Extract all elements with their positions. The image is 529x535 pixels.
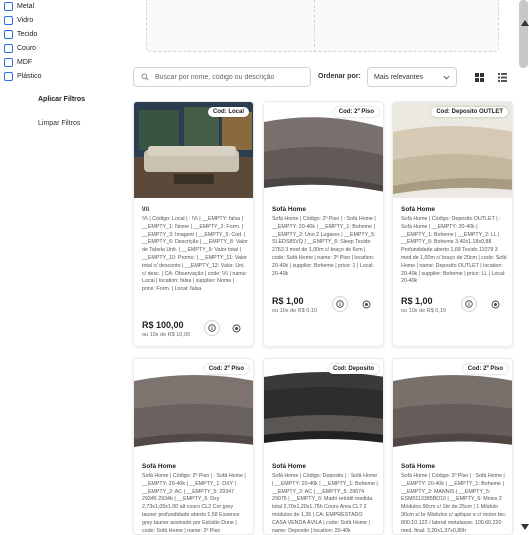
product-price: R$ 100,00: [142, 320, 184, 330]
info-icon: [465, 300, 473, 308]
checkbox[interactable]: [4, 29, 13, 39]
checkbox[interactable]: [4, 71, 13, 81]
product-description: Sofá Home | Código: Deposito OUTLET | : …: [401, 216, 507, 285]
product-card[interactable]: Cod: 2º Piso Sofá Home Sofá Home | Códig…: [392, 358, 513, 535]
product-description: Sofá Home | Código: Deposito | : Sofá Ho…: [272, 473, 378, 534]
info-button[interactable]: [204, 320, 220, 336]
eye-icon: [491, 300, 499, 308]
product-title: Sofá Home: [401, 463, 435, 470]
product-image[interactable]: Cod: 2º Piso: [134, 359, 253, 455]
product-image[interactable]: Cod: 2º Piso: [393, 359, 512, 455]
filter-label: Vidro: [17, 16, 34, 24]
location-badge: Cod: Deposito: [328, 364, 379, 374]
product-card[interactable]: Cod: 2º Piso Sofá Home Sofá Home | Códig…: [133, 358, 254, 535]
sort-label: Ordenar por:: [318, 73, 361, 80]
scroll-up-arrow[interactable]: [521, 20, 529, 26]
product-image[interactable]: Cod: Deposito: [264, 359, 383, 455]
checkbox[interactable]: [4, 43, 13, 53]
filter-label: Tecido: [17, 30, 38, 38]
apply-filters-button[interactable]: Aplicar Filtros: [38, 96, 85, 103]
grid-icon: [474, 72, 484, 82]
product-image[interactable]: Cod: Local: [134, 102, 253, 198]
product-description: Sofá Home | Código: 2º Piso | : Sofá Hom…: [272, 216, 376, 277]
location-badge: Cod: 2º Piso: [333, 107, 379, 117]
chevron-down-icon: [443, 75, 450, 79]
filter-label: Couro: [17, 44, 37, 52]
location-badge: Cod: 2º Piso: [462, 364, 508, 374]
location-badge: Cod: Local: [208, 107, 249, 117]
product-installments: ou 10x de R$ 0,10: [272, 308, 317, 314]
product-card[interactable]: Cod: 2º Piso Sofá Home Sofá Home | Códig…: [263, 101, 384, 347]
product-card[interactable]: Cod: Local \\\\ \\\\ | Código: Local | :…: [133, 101, 254, 347]
scrollbar-thumb[interactable]: [519, 0, 528, 68]
product-title: Sofá Home: [142, 463, 176, 470]
search-input[interactable]: [155, 73, 305, 81]
product-card[interactable]: Cod: Deposito Sofá Home Sofá Home | Códi…: [263, 358, 384, 535]
info-icon: [208, 324, 216, 332]
product-title: \\\\: [142, 206, 150, 213]
product-image[interactable]: Cod: 2º Piso: [264, 102, 383, 198]
search-icon: [141, 73, 149, 81]
product-installments: ou 10x de R$ 10,00: [142, 332, 191, 338]
checkbox[interactable]: [4, 57, 13, 67]
product-card[interactable]: Cod: Deposito OUTLET Sofá Home Sofá Home…: [392, 101, 513, 347]
filters-sidebar: Metal Vidro Tecido Couro MDF Plástico Ap…: [0, 0, 126, 535]
view-button[interactable]: [489, 298, 501, 310]
filter-option-tecido[interactable]: Tecido: [4, 28, 37, 40]
location-badge: Cod: Deposito OUTLET: [431, 107, 508, 117]
list-view-button[interactable]: [495, 70, 509, 84]
view-button[interactable]: [360, 298, 372, 310]
product-title: Sofá Home: [401, 206, 435, 213]
filter-option-vidro[interactable]: Vidro: [4, 14, 33, 26]
info-button[interactable]: [461, 296, 477, 312]
checkbox[interactable]: [4, 1, 13, 11]
filter-label: Metal: [17, 2, 35, 10]
list-icon: [497, 72, 507, 82]
product-title: Sofá Home: [272, 463, 306, 470]
checkbox[interactable]: [4, 15, 13, 25]
sort-select[interactable]: Mais relevantes: [367, 67, 457, 87]
filter-option-mdf[interactable]: MDF: [4, 56, 32, 68]
view-button[interactable]: [230, 322, 242, 334]
filter-label: MDF: [17, 58, 33, 66]
scroll-down-arrow[interactable]: [521, 524, 529, 530]
dropzone-divider: [314, 0, 315, 52]
product-price: R$ 1,00: [272, 296, 304, 306]
info-button[interactable]: [332, 296, 348, 312]
product-title: Sofá Home: [272, 206, 306, 213]
product-installments: ou 10x de R$ 0,10: [401, 308, 446, 314]
grid-view-button[interactable]: [472, 70, 486, 84]
filter-option-couro[interactable]: Couro: [4, 42, 36, 54]
filter-option-plastico[interactable]: Plástico: [4, 70, 42, 82]
info-icon: [336, 300, 344, 308]
product-price: R$ 1,00: [401, 296, 433, 306]
upload-dropzone[interactable]: [146, 0, 499, 52]
product-description: \\\\ | Código: Local | : \\\\ | __EMPTY:…: [142, 216, 248, 293]
search-box[interactable]: [133, 67, 311, 87]
location-badge: Cod: 2º Piso: [203, 364, 249, 374]
clear-filters-button[interactable]: Limpar Filtros: [38, 120, 80, 127]
product-description: Sofá Home | Código: 2º Piso | : Sofá Hom…: [142, 473, 246, 534]
sort-value: Mais relevantes: [374, 73, 424, 81]
product-image[interactable]: Cod: Deposito OUTLET: [393, 102, 512, 198]
filter-option-metal[interactable]: Metal: [4, 0, 34, 12]
product-description: Sofá Home | Código: 2º Piso | : Sofá Hom…: [401, 473, 507, 534]
filter-label: Plástico: [17, 72, 42, 80]
eye-icon: [232, 324, 240, 332]
eye-icon: [362, 300, 370, 308]
